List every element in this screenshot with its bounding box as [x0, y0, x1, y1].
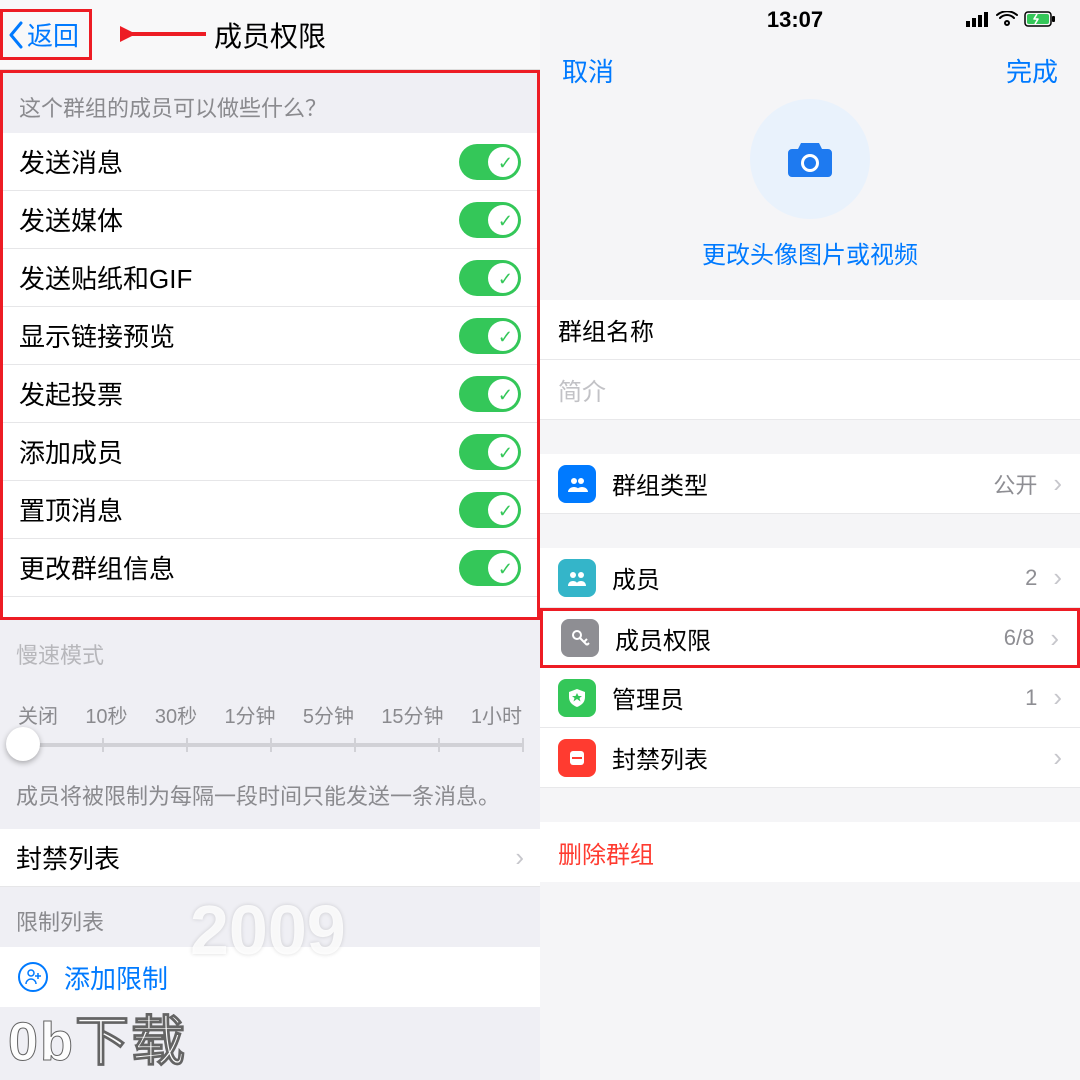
- left-title: 成员权限: [214, 15, 326, 55]
- block-icon: [558, 739, 596, 777]
- row-value: 6/8: [1004, 625, 1035, 651]
- key-icon: [561, 619, 599, 657]
- chevron-right-icon: ›: [1053, 682, 1062, 713]
- slider-tick-label: 10秒: [85, 700, 127, 729]
- back-label: 返回: [27, 16, 79, 53]
- delete-group-label: 删除群组: [558, 835, 654, 870]
- chevron-right-icon: ›: [1050, 623, 1059, 654]
- change-avatar-link[interactable]: 更改头像图片或视频: [702, 235, 918, 270]
- signal-icon: [966, 7, 990, 33]
- perm-row[interactable]: 发送消息 ✓: [3, 133, 537, 191]
- chevron-right-icon: ›: [1053, 742, 1062, 773]
- right-screenshot: 13:07 取消 完成 更改头像图片或视频 群组名称 简介 群组类型: [540, 0, 1080, 1080]
- banlist-label: 封禁列表: [16, 839, 120, 876]
- avatar-button[interactable]: [750, 99, 870, 219]
- perm-label: 发起投票: [19, 375, 123, 412]
- group-name-placeholder: 群组名称: [558, 312, 654, 347]
- status-bar: 13:07: [540, 0, 1080, 40]
- perm-row[interactable]: 发起投票 ✓: [3, 365, 537, 423]
- add-restriction-label: 添加限制: [64, 959, 168, 996]
- banned-row[interactable]: 封禁列表 ›: [540, 728, 1080, 788]
- toggle-switch[interactable]: ✓: [459, 492, 521, 528]
- admins-row[interactable]: 管理员 1 ›: [540, 668, 1080, 728]
- row-label: 封禁列表: [612, 740, 708, 775]
- group-icon: [558, 465, 596, 503]
- perm-row[interactable]: 添加成员 ✓: [3, 423, 537, 481]
- perm-label: 发送消息: [19, 143, 123, 180]
- wifi-icon: [996, 7, 1018, 33]
- back-button[interactable]: 返回: [0, 9, 92, 60]
- chevron-right-icon: ›: [515, 842, 524, 873]
- slider-tick-label: 15分钟: [381, 700, 443, 729]
- row-label: 成员: [612, 560, 660, 595]
- toggle-switch[interactable]: ✓: [459, 202, 521, 238]
- watermark-year: 2009: [190, 890, 346, 970]
- slider-tick-label: 5分钟: [303, 700, 354, 729]
- toggle-switch[interactable]: ✓: [459, 376, 521, 412]
- perm-label: 发送媒体: [19, 201, 123, 238]
- slowmode-slider[interactable]: [18, 743, 522, 747]
- toggle-switch[interactable]: ✓: [459, 550, 521, 586]
- chevron-right-icon: ›: [1053, 468, 1062, 499]
- perm-row[interactable]: 发送媒体 ✓: [3, 191, 537, 249]
- perm-row[interactable]: 发送贴纸和GIF ✓: [3, 249, 537, 307]
- group-name-input[interactable]: 群组名称: [540, 300, 1080, 360]
- shield-icon: [558, 679, 596, 717]
- watermark-bottom: 0b下载: [8, 997, 187, 1076]
- banlist-row[interactable]: 封禁列表 ›: [0, 829, 540, 887]
- status-time: 13:07: [767, 7, 823, 33]
- perm-label: 更改群组信息: [19, 549, 175, 586]
- row-label: 群组类型: [612, 466, 708, 501]
- toggle-switch[interactable]: ✓: [459, 434, 521, 470]
- slider-tick-label: 1分钟: [224, 700, 275, 729]
- row-value: 公开: [993, 468, 1037, 500]
- perm-label: 显示链接预览: [19, 317, 175, 354]
- slider-labels: 关闭 10秒 30秒 1分钟 5分钟 15分钟 1小时: [0, 680, 540, 729]
- slider-tick-label: 30秒: [155, 700, 197, 729]
- perm-row[interactable]: 更改群组信息 ✓: [3, 539, 537, 597]
- add-person-icon: [18, 962, 48, 992]
- left-header: 返回 成员权限: [0, 0, 540, 70]
- group-desc-placeholder: 简介: [558, 372, 606, 407]
- permissions-highlight: 这个群组的成员可以做些什么？ 发送消息 ✓ 发送媒体 ✓ 发送贴纸和GIF ✓ 显示链…: [0, 70, 540, 620]
- group-desc-input[interactable]: 简介: [540, 360, 1080, 420]
- members-row[interactable]: 成员 2 ›: [540, 548, 1080, 608]
- toggle-switch[interactable]: ✓: [459, 318, 521, 354]
- perm-row[interactable]: 置顶消息 ✓: [3, 481, 537, 539]
- slider-thumb[interactable]: [6, 727, 40, 761]
- perm-row[interactable]: 显示链接预览 ✓: [3, 307, 537, 365]
- row-label: 成员权限: [615, 621, 711, 656]
- toggle-switch[interactable]: ✓: [459, 144, 521, 180]
- chevron-left-icon: [7, 21, 25, 49]
- group-type-row[interactable]: 群组类型 公开 ›: [540, 454, 1080, 514]
- cancel-button[interactable]: 取消: [562, 52, 614, 89]
- right-header: 取消 完成: [540, 40, 1080, 89]
- slowmode-label: 慢速模式: [0, 620, 540, 680]
- row-label: 管理员: [612, 680, 684, 715]
- camera-icon: [784, 137, 836, 181]
- avatar-section: 更改头像图片或视频: [540, 89, 1080, 300]
- perm-label: 发送贴纸和GIF: [19, 259, 192, 296]
- slider-tick-label: 1小时: [471, 700, 522, 729]
- done-button[interactable]: 完成: [1006, 52, 1058, 89]
- toggle-switch[interactable]: ✓: [459, 260, 521, 296]
- member-permissions-row[interactable]: 成员权限 6/8 ›: [540, 608, 1080, 668]
- perm-label: 添加成员: [19, 433, 123, 470]
- perm-label: 置顶消息: [19, 491, 123, 528]
- members-icon: [558, 559, 596, 597]
- row-value: 1: [1025, 685, 1037, 711]
- delete-group-row[interactable]: 删除群组: [540, 822, 1080, 882]
- slider-tick-label: 关闭: [18, 700, 58, 729]
- slowmode-desc: 成员将被限制为每隔一段时间只能发送一条消息。: [0, 769, 540, 821]
- left-screenshot: 返回 成员权限 这个群组的成员可以做些什么？ 发送消息 ✓ 发送媒体 ✓ 发送贴纸和…: [0, 0, 540, 1080]
- battery-icon: [1024, 7, 1056, 33]
- permissions-section-label: 这个群组的成员可以做些什么？: [3, 73, 537, 133]
- chevron-right-icon: ›: [1053, 562, 1062, 593]
- row-value: 2: [1025, 565, 1037, 591]
- highlight-arrow-icon: [120, 20, 210, 48]
